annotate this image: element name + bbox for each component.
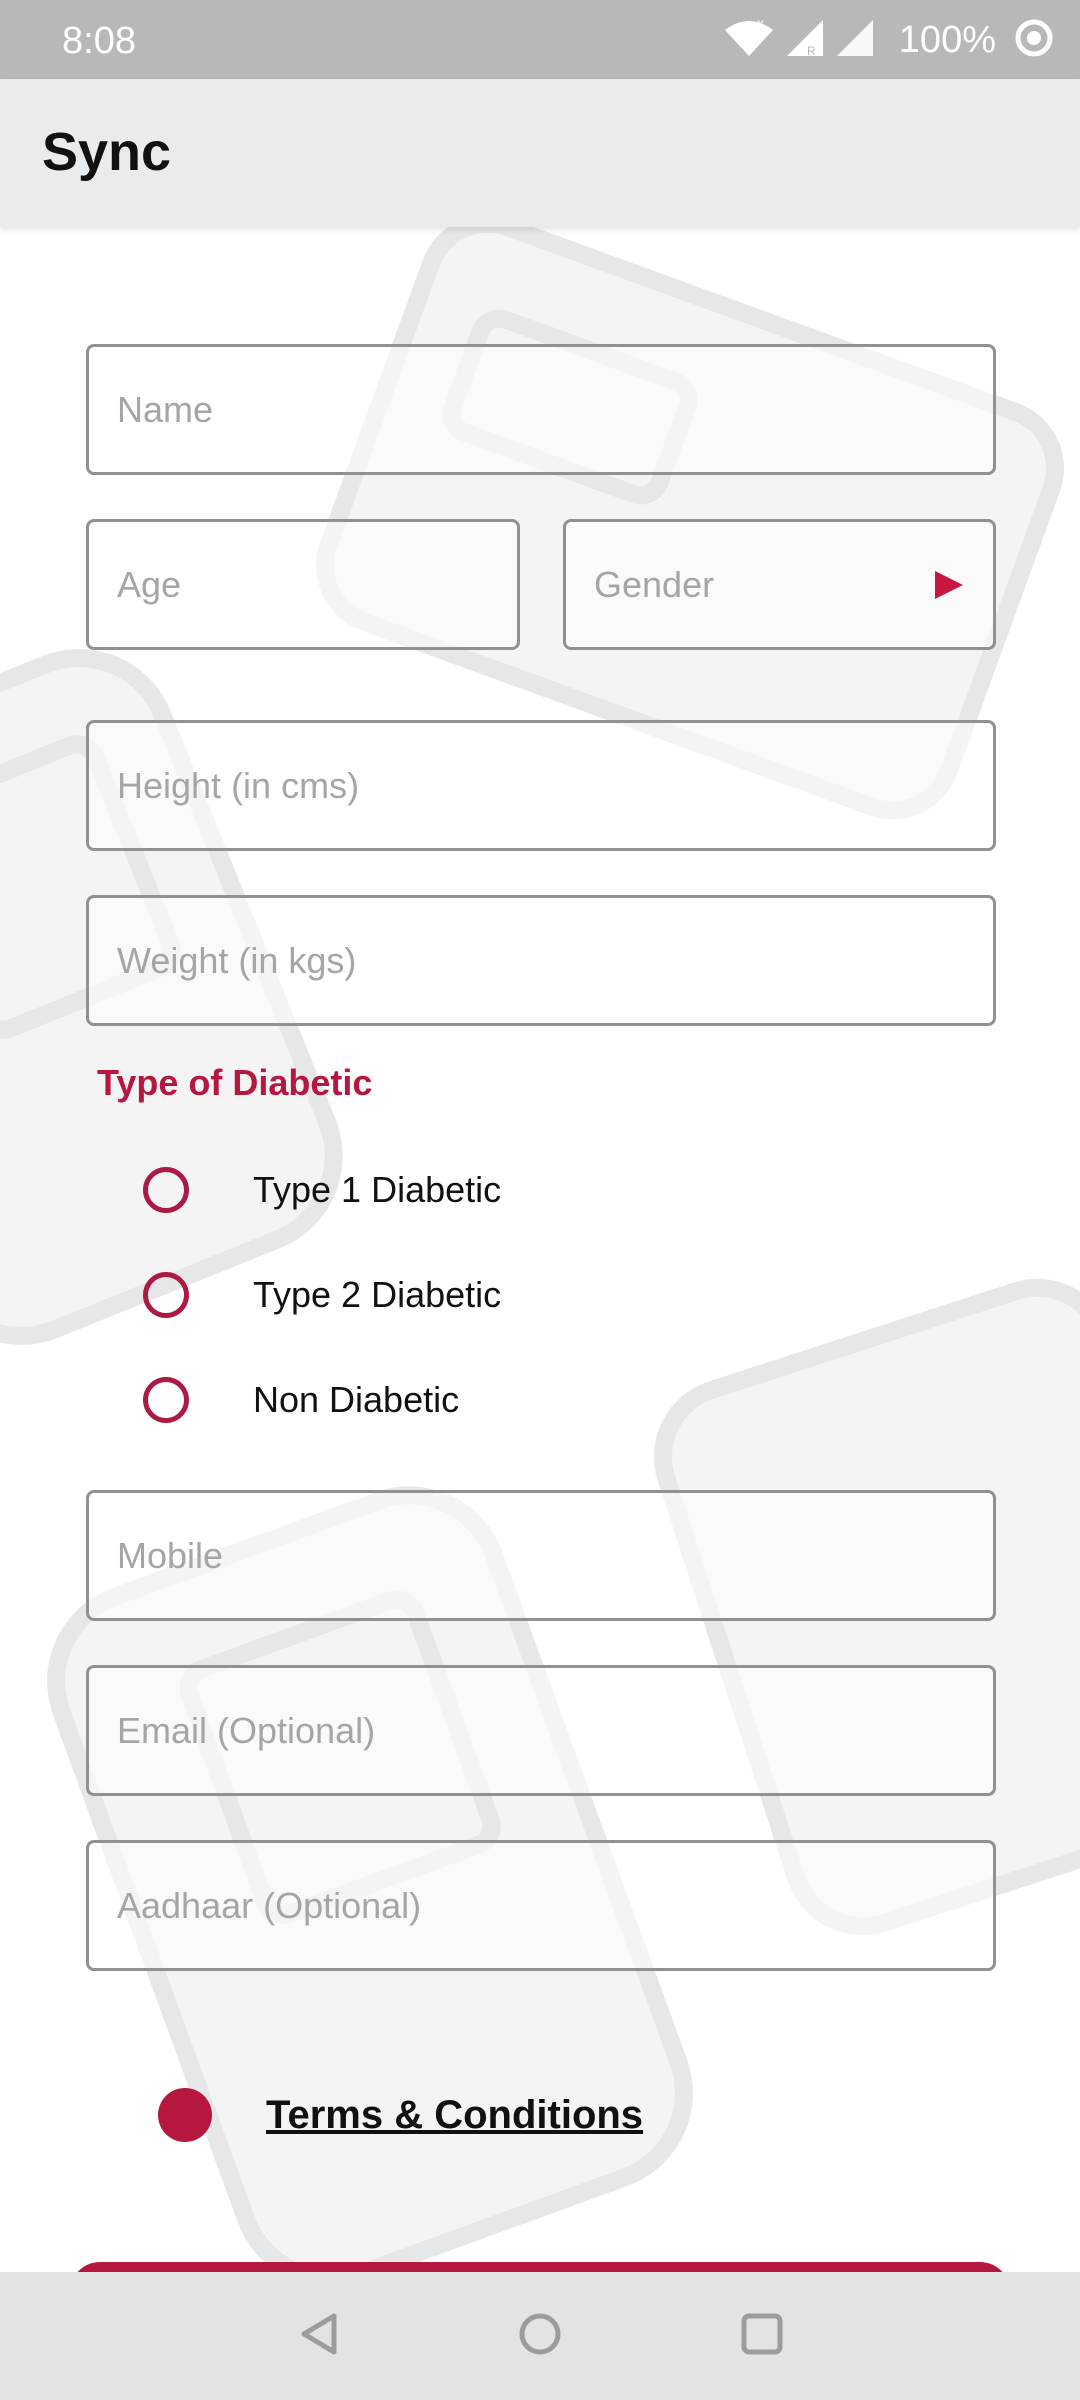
svg-text:x: x xyxy=(757,18,764,31)
age-input[interactable] xyxy=(89,522,517,647)
radio-type1-diabetic[interactable]: Type 1 Diabetic xyxy=(143,1160,501,1220)
gender-select[interactable]: Gender xyxy=(563,519,996,650)
status-bar: 8:08 x R 100% xyxy=(0,0,1080,79)
aadhaar-input[interactable] xyxy=(89,1843,993,1968)
caret-right-icon xyxy=(933,569,965,606)
name-input[interactable] xyxy=(89,347,993,472)
navigation-bar xyxy=(0,2272,1080,2400)
radio-label[interactable]: Non Diabetic xyxy=(253,1379,459,1421)
terms-row[interactable]: Terms & Conditions xyxy=(158,2085,643,2145)
email-field[interactable] xyxy=(86,1665,996,1796)
height-field[interactable] xyxy=(86,720,996,851)
home-icon xyxy=(516,2310,564,2363)
back-button[interactable] xyxy=(286,2302,354,2370)
radio-label[interactable]: Type 1 Diabetic xyxy=(253,1169,501,1211)
email-input[interactable] xyxy=(89,1668,993,1793)
terms-checkbox[interactable] xyxy=(158,2088,212,2142)
back-icon xyxy=(296,2310,344,2363)
height-input[interactable] xyxy=(89,723,993,848)
recents-button[interactable] xyxy=(728,2302,796,2370)
signal-icon: R xyxy=(785,18,825,63)
mobile-input[interactable] xyxy=(89,1493,993,1618)
diabetic-type-label: Type of Diabetic xyxy=(97,1062,373,1103)
screen: 8:08 x R 100% Sync Name Age Gender Heigh… xyxy=(0,0,1080,2400)
gender-select-value: Gender xyxy=(594,563,715,605)
aadhaar-field[interactable] xyxy=(86,1840,996,1971)
focus-mode-icon xyxy=(1014,18,1054,63)
age-field[interactable] xyxy=(86,519,520,650)
radio-non-diabetic[interactable]: Non Diabetic xyxy=(143,1370,459,1430)
app-bar: Sync xyxy=(0,79,1080,227)
radio-type2-diabetic[interactable]: Type 2 Diabetic xyxy=(143,1265,501,1325)
recents-icon xyxy=(738,2310,786,2363)
status-icons: x R 100% xyxy=(723,12,1054,68)
battery-text: 100% xyxy=(898,18,996,61)
mobile-field[interactable] xyxy=(86,1490,996,1621)
name-field[interactable] xyxy=(86,344,996,475)
radio-button[interactable] xyxy=(143,1377,189,1423)
terms-conditions-link[interactable]: Terms & Conditions xyxy=(266,2093,643,2138)
signal-icon xyxy=(835,18,875,63)
radio-label[interactable]: Type 2 Diabetic xyxy=(253,1274,501,1316)
status-time: 8:08 xyxy=(62,20,136,62)
radio-button[interactable] xyxy=(143,1167,189,1213)
home-button[interactable] xyxy=(506,2302,574,2370)
weight-input[interactable] xyxy=(89,898,993,1023)
wifi-icon: x xyxy=(723,15,775,63)
svg-text:R: R xyxy=(807,44,816,58)
page-title: Sync xyxy=(42,122,172,182)
radio-button[interactable] xyxy=(143,1272,189,1318)
weight-field[interactable] xyxy=(86,895,996,1026)
